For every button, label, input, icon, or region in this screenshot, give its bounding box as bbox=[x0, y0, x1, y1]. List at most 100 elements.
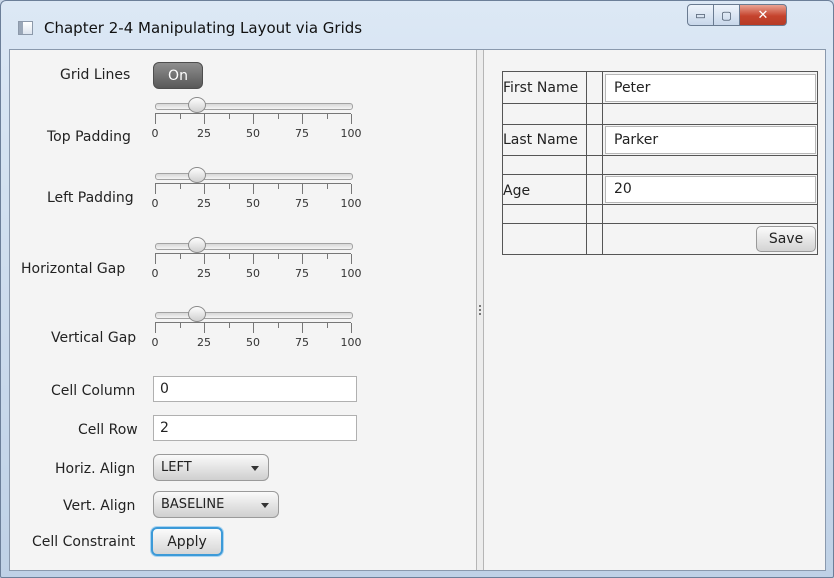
slider-tick-label: 0 bbox=[151, 197, 159, 210]
grid-line bbox=[502, 204, 818, 205]
slider-track[interactable] bbox=[155, 312, 353, 319]
horizontal-gap-slider[interactable]: 0 25 50 75 100 bbox=[151, 237, 365, 285]
slider-minor-tick bbox=[326, 184, 328, 189]
slider-ticks bbox=[155, 253, 352, 264]
slider-minor-tick bbox=[277, 184, 279, 189]
slider-track[interactable] bbox=[155, 243, 353, 250]
slider-major-tick bbox=[253, 254, 254, 264]
slider-tick-label: 100 bbox=[340, 127, 362, 140]
slider-major-tick bbox=[351, 114, 352, 124]
grid-lines-toggle[interactable]: On bbox=[153, 62, 203, 89]
slider-minor-tick bbox=[326, 323, 328, 328]
slider-tick-label: 50 bbox=[246, 197, 260, 210]
controls-pane: Grid Lines On Top Padding 0 25 50 75 100 Lef… bbox=[10, 50, 476, 570]
vertical-gap-label: Vertical Gap bbox=[51, 330, 137, 346]
window-title: Chapter 2-4 Manipulating Layout via Grid… bbox=[44, 19, 363, 37]
slider-minor-tick bbox=[179, 254, 181, 259]
chevron-down-icon bbox=[251, 466, 259, 471]
first-name-field[interactable]: Peter bbox=[605, 74, 816, 102]
slider-tick-label: 50 bbox=[246, 336, 260, 349]
slider-minor-tick bbox=[228, 184, 230, 189]
slider-minor-tick bbox=[179, 323, 181, 328]
slider-tick-label: 75 bbox=[295, 267, 309, 280]
slider-tick-label: 25 bbox=[197, 197, 211, 210]
slider-track[interactable] bbox=[155, 103, 353, 110]
slider-minor-tick bbox=[228, 323, 230, 328]
slider-tick-label: 0 bbox=[151, 127, 159, 140]
last-name-label: Last Name bbox=[503, 132, 578, 148]
age-label: Age bbox=[503, 183, 531, 199]
slider-major-tick bbox=[351, 254, 352, 264]
slider-major-tick bbox=[302, 254, 303, 264]
slider-minor-tick bbox=[179, 184, 181, 189]
grid-line bbox=[502, 71, 818, 72]
slider-minor-tick bbox=[277, 114, 279, 119]
slider-thumb[interactable] bbox=[187, 97, 206, 113]
save-button[interactable]: Save bbox=[756, 226, 816, 252]
slider-major-tick bbox=[253, 323, 254, 333]
last-name-field[interactable]: Parker bbox=[605, 126, 816, 154]
slider-major-tick bbox=[253, 114, 254, 124]
form-pane: First Name Peter Last Name Parker Age 20… bbox=[484, 50, 825, 570]
grid-line bbox=[502, 124, 818, 125]
slider-major-tick bbox=[351, 184, 352, 194]
window-controls: ▭ ▢ ✕ bbox=[687, 4, 787, 26]
slider-major-tick bbox=[155, 323, 156, 333]
slider-tick-label: 50 bbox=[246, 267, 260, 280]
slider-thumb[interactable] bbox=[187, 306, 206, 322]
grid-line bbox=[602, 71, 603, 255]
slider-major-tick bbox=[204, 254, 205, 264]
app-icon bbox=[18, 21, 33, 35]
apply-button[interactable]: Apply bbox=[151, 527, 223, 556]
slider-minor-tick bbox=[277, 323, 279, 328]
slider-tick-label: 25 bbox=[197, 127, 211, 140]
slider-tick-label: 75 bbox=[295, 197, 309, 210]
slider-tick-label: 0 bbox=[151, 267, 159, 280]
vert-align-value: BASELINE bbox=[161, 497, 225, 512]
slider-thumb[interactable] bbox=[187, 167, 206, 183]
split-divider[interactable] bbox=[476, 50, 484, 570]
slider-minor-tick bbox=[326, 114, 328, 119]
slider-tick-label: 100 bbox=[340, 336, 362, 349]
vertical-gap-slider[interactable]: 0 25 50 75 100 bbox=[151, 306, 365, 354]
minimize-button[interactable]: ▭ bbox=[687, 4, 714, 26]
slider-tick-label: 75 bbox=[295, 336, 309, 349]
slider-tick-label: 75 bbox=[295, 127, 309, 140]
horiz-align-select[interactable]: LEFT bbox=[153, 454, 269, 481]
grid-line bbox=[502, 103, 818, 104]
slider-tick-label: 100 bbox=[340, 267, 362, 280]
slider-thumb[interactable] bbox=[187, 237, 206, 253]
slider-major-tick bbox=[155, 184, 156, 194]
slider-major-tick bbox=[155, 254, 156, 264]
client-area: Grid Lines On Top Padding 0 25 50 75 100 Lef… bbox=[9, 49, 826, 571]
top-padding-slider[interactable]: 0 25 50 75 100 bbox=[151, 97, 365, 145]
slider-tick-label: 100 bbox=[340, 197, 362, 210]
slider-major-tick bbox=[204, 184, 205, 194]
slider-tick-label: 0 bbox=[151, 336, 159, 349]
title-bar[interactable]: Chapter 2-4 Manipulating Layout via Grid… bbox=[1, 1, 833, 49]
grid-line bbox=[502, 254, 818, 255]
close-button[interactable]: ✕ bbox=[740, 4, 787, 26]
slider-minor-tick bbox=[228, 254, 230, 259]
grid-lines-label: Grid Lines bbox=[60, 67, 131, 83]
slider-minor-tick bbox=[179, 114, 181, 119]
slider-major-tick bbox=[302, 184, 303, 194]
slider-major-tick bbox=[302, 114, 303, 124]
slider-tick-label: 50 bbox=[246, 127, 260, 140]
left-padding-label: Left Padding bbox=[47, 190, 134, 206]
slider-ticks bbox=[155, 183, 352, 194]
grid-line bbox=[502, 155, 818, 156]
slider-ticks bbox=[155, 113, 352, 124]
left-padding-slider[interactable]: 0 25 50 75 100 bbox=[151, 167, 365, 215]
slider-major-tick bbox=[253, 184, 254, 194]
maximize-button[interactable]: ▢ bbox=[714, 4, 740, 26]
slider-major-tick bbox=[155, 114, 156, 124]
slider-minor-tick bbox=[277, 254, 279, 259]
age-field[interactable]: 20 bbox=[605, 176, 816, 203]
cell-column-field[interactable]: 0 bbox=[153, 376, 357, 402]
cell-row-label: Cell Row bbox=[78, 422, 138, 438]
vert-align-select[interactable]: BASELINE bbox=[153, 491, 279, 518]
cell-row-field[interactable]: 2 bbox=[153, 415, 357, 441]
top-padding-label: Top Padding bbox=[47, 129, 131, 145]
slider-track[interactable] bbox=[155, 173, 353, 180]
